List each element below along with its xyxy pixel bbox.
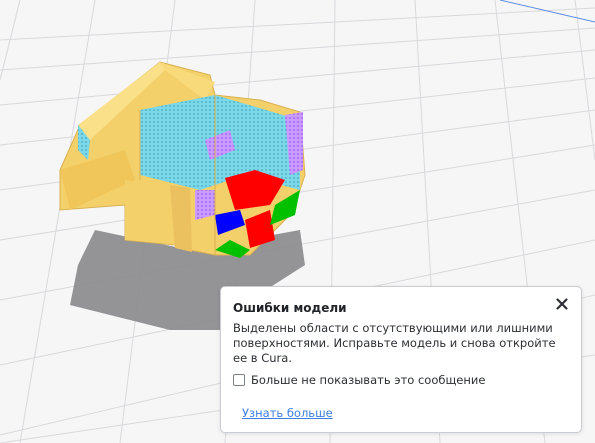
dialog-title: Ошибки модели bbox=[233, 301, 347, 315]
close-icon[interactable] bbox=[554, 296, 570, 312]
dont-show-again-checkbox[interactable]: Больше не показывать это сообщение bbox=[233, 373, 485, 387]
checkbox-box[interactable] bbox=[233, 374, 245, 386]
learn-more-link[interactable]: Узнать больше bbox=[242, 406, 333, 420]
checkbox-label[interactable]: Больше не показывать это сообщение bbox=[251, 373, 485, 387]
dialog-message: Выделены области с отсутствующими или ли… bbox=[233, 321, 556, 365]
model-errors-dialog: Ошибки модели Выделены области с отсутст… bbox=[220, 286, 582, 433]
